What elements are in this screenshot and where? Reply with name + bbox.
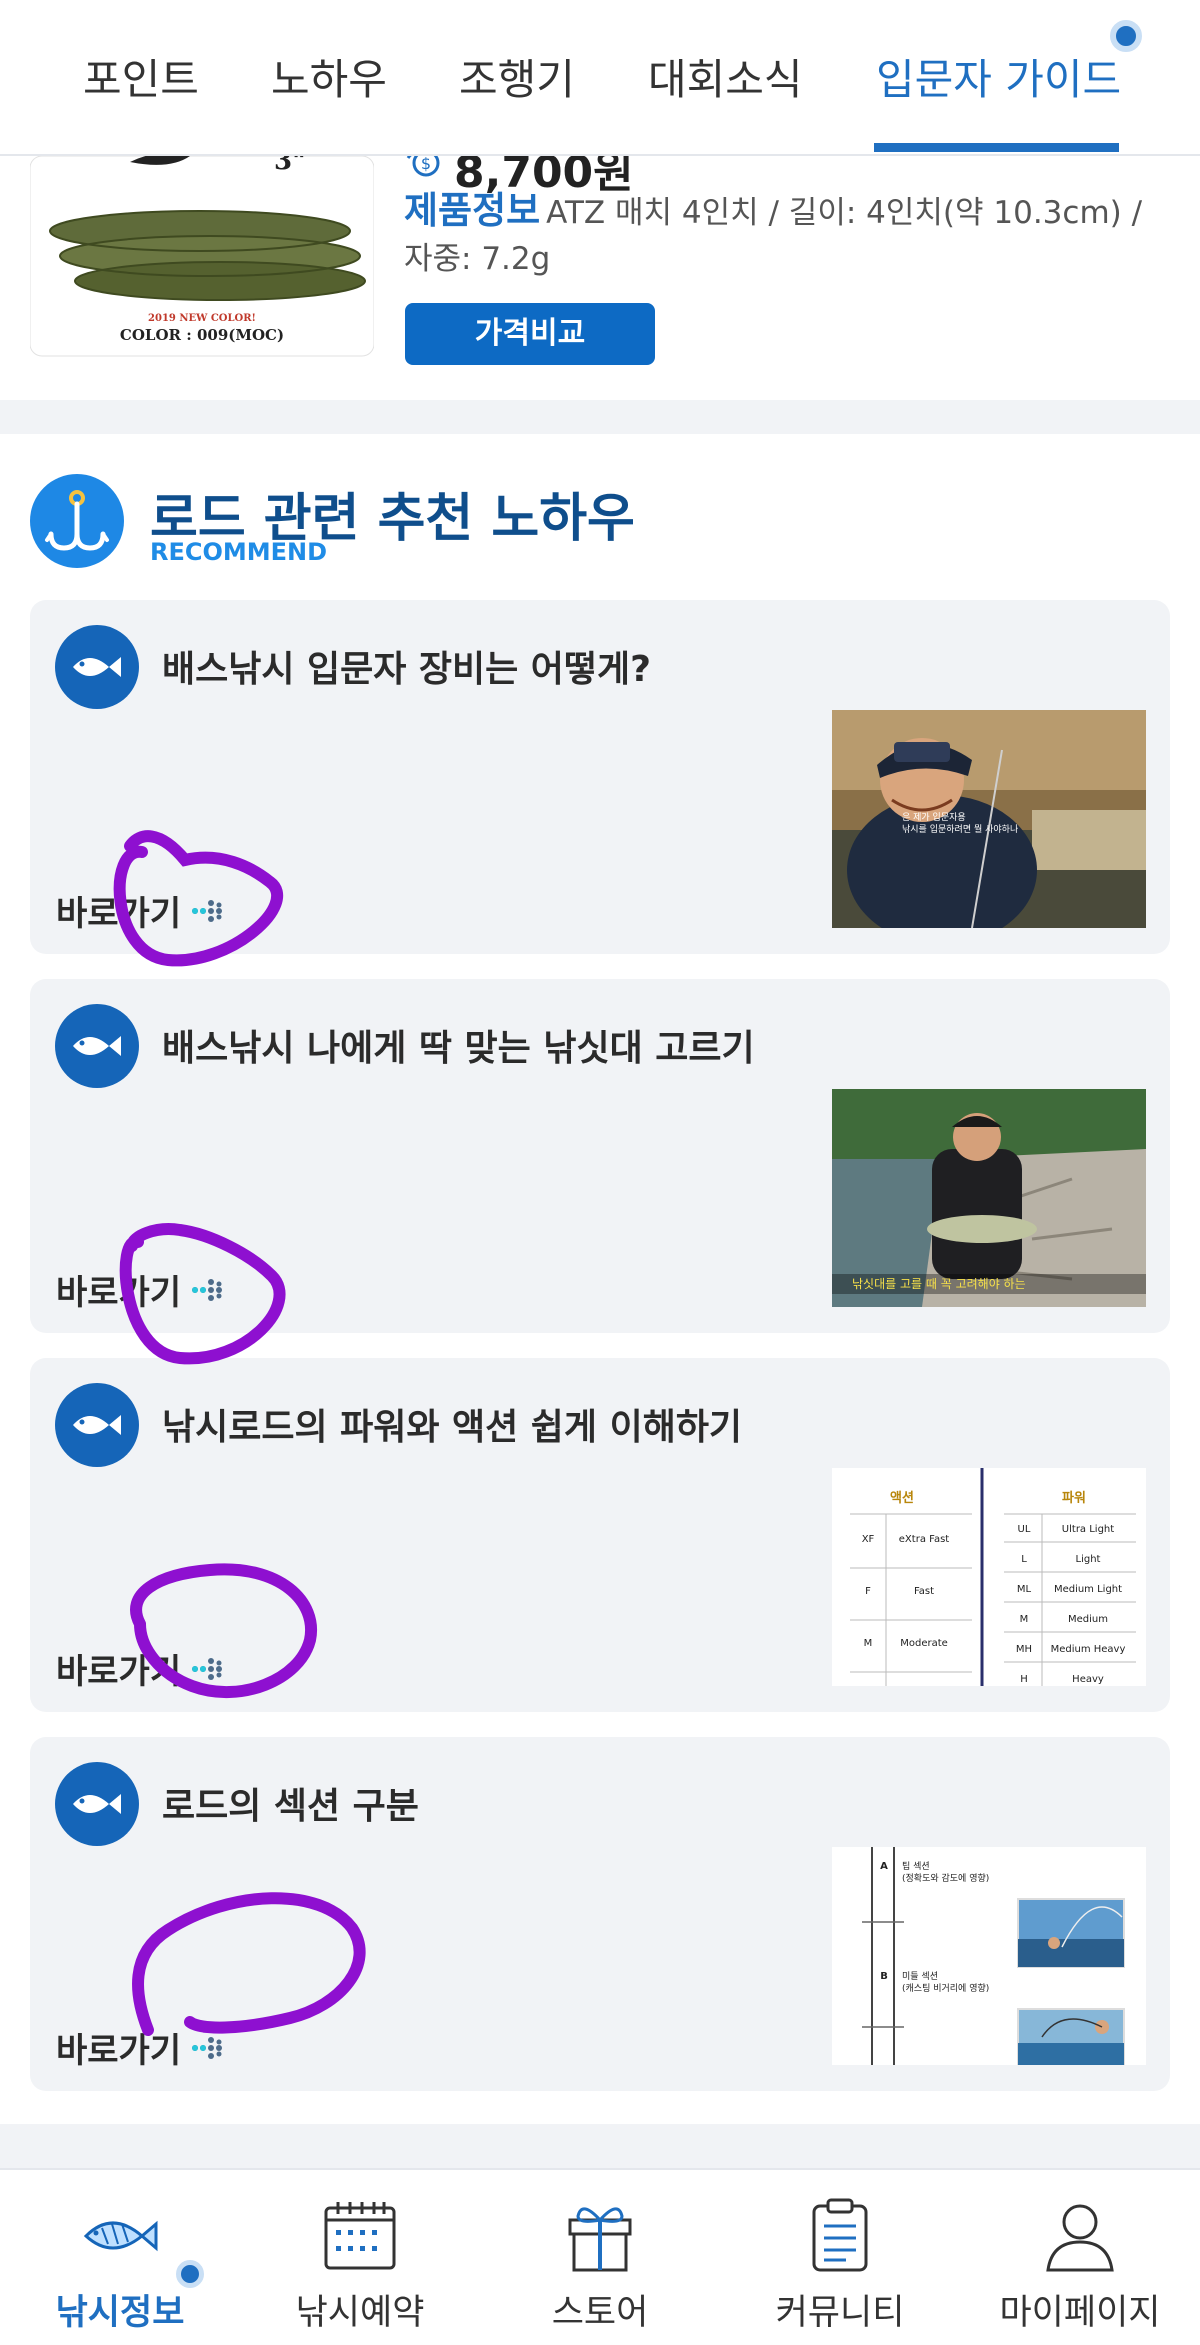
- go-link-label: 바로가기: [56, 894, 182, 934]
- product-info-label: 제품정보: [404, 189, 541, 232]
- card-title: 배스낚시 입문자 장비는 어떻게?: [162, 649, 652, 690]
- thumb-new-color-label: 2019 NEW COLOR!: [148, 313, 256, 324]
- knowhow-card[interactable]: 로드의 섹션 구분 바로가기 A 팁 섹션 (정확도와 감도에 영향) B 미들…: [30, 1737, 1170, 2091]
- fish-icon: [55, 1004, 139, 1088]
- clipboard-icon: [812, 2198, 868, 2272]
- power-code: M: [1020, 1614, 1029, 1625]
- product-info: 제품정보 ATZ 매치 4인치 / 길이: 4인치(약 10.3cm) / 자중:…: [404, 188, 1174, 282]
- action-name: Fast: [914, 1586, 934, 1597]
- section-subtitle: RECOMMEND: [150, 538, 328, 566]
- nav-community[interactable]: 커뮤니티: [720, 2170, 960, 2345]
- svg-text:$: $: [421, 154, 431, 173]
- section-a-title: 팁 섹션: [902, 1860, 930, 1872]
- fish-icon: [83, 2220, 158, 2252]
- section-a-letter: A: [880, 1861, 888, 1872]
- tab-point[interactable]: 포인트: [83, 46, 199, 107]
- action-name: eXtra Fast: [899, 1534, 950, 1545]
- calendar-icon: [324, 2202, 396, 2270]
- power-name: Light: [1076, 1554, 1101, 1565]
- action-name: Moderate: [900, 1638, 948, 1649]
- fishhook-icon: [30, 474, 124, 568]
- nav-label: 스토어: [551, 2293, 649, 2333]
- thumb-caption-line-1: 은 제가 입문자용: [902, 811, 966, 823]
- nav-my-page[interactable]: 마이페이지: [960, 2170, 1200, 2345]
- tab-beginner-guide[interactable]: 입문자 가이드: [876, 46, 1121, 107]
- thumb-caption: 낚싯대를 고를 때 꼭 고려해야 하는: [852, 1277, 1026, 1291]
- notification-dot: [1110, 20, 1142, 52]
- card-thumbnail: 액션 파워 XF eXtra Fast F Fast M Moderate UL…: [832, 1468, 1146, 1686]
- card-thumbnail: 은 제가 입문자용 낚시를 입문하려면 뭘 사야하나: [832, 710, 1146, 928]
- thumb-color-code: COLOR : 009(MOC): [119, 326, 285, 344]
- fish-icon: [55, 1762, 139, 1846]
- dotted-arrow-icon: [192, 2036, 223, 2059]
- active-tab-indicator: [874, 143, 1119, 152]
- power-name: Medium Light: [1054, 1584, 1122, 1595]
- price-compare-button[interactable]: 가격비교: [405, 303, 655, 365]
- power-code: ML: [1017, 1584, 1032, 1595]
- power-code: MH: [1016, 1644, 1032, 1655]
- nav-fishing-info[interactable]: 낚시정보: [0, 2170, 240, 2345]
- card-thumbnail: A 팁 섹션 (정확도와 감도에 영향) B 미들 섹션 (캐스팅 비거리에 영…: [832, 1847, 1146, 2065]
- action-code: M: [864, 1638, 873, 1649]
- nav-label: 마이페이지: [999, 2293, 1161, 2333]
- go-link-label: 바로가기: [56, 1652, 182, 1692]
- section-b-title: 미들 섹션: [902, 1971, 938, 1982]
- thumb-caption-line-2: 낚시를 입문하려면 뭘 사야하나: [902, 823, 1018, 835]
- go-link[interactable]: 바로가기: [56, 1644, 233, 1693]
- action-code: XF: [862, 1534, 875, 1545]
- recommend-section: 로드 관련 추천 노하우 RECOMMEND 배스낚시 입문자 장비는 어떻게?…: [0, 434, 1200, 2124]
- card-title: 로드의 섹션 구분: [162, 1786, 419, 1827]
- power-code: UL: [1018, 1524, 1031, 1535]
- nav-label: 낚시정보: [55, 2293, 185, 2333]
- go-link-label: 바로가기: [56, 1273, 182, 1313]
- go-link[interactable]: 바로가기: [56, 2023, 233, 2072]
- power-code: H: [1020, 1674, 1028, 1685]
- product-card: 3" 2019 NEW COLOR! COLOR : 009(MOC) $ 8,…: [0, 146, 1200, 400]
- section-b-desc: (캐스팅 비거리에 영향): [902, 1982, 989, 1994]
- tab-tournament-news[interactable]: 대회소식: [648, 46, 803, 107]
- dotted-arrow-icon: [192, 1657, 223, 1680]
- power-name: Medium: [1068, 1614, 1108, 1625]
- dotted-arrow-icon: [192, 899, 223, 922]
- knowhow-card[interactable]: 배스낚시 입문자 장비는 어떻게? 바로가기 은 제가 입문자용 낚시를 입문하…: [30, 600, 1170, 954]
- fish-icon: [55, 1383, 139, 1467]
- nav-fishing-reservation[interactable]: 낚시예약: [240, 2170, 480, 2345]
- fish-icon: [55, 625, 139, 709]
- tab-fishing-log[interactable]: 조행기: [459, 46, 575, 107]
- nav-label: 낚시예약: [295, 2293, 425, 2333]
- power-code: L: [1021, 1554, 1027, 1565]
- nav-store[interactable]: 스토어: [480, 2170, 720, 2345]
- card-thumbnail: 낚싯대를 고를 때 꼭 고려해야 하는: [832, 1089, 1146, 1307]
- top-tab-bar: 포인트 노하우 조행기 대회소식 입문자 가이드: [0, 0, 1200, 156]
- card-title: 낚시로드의 파워와 액션 쉽게 이해하기: [162, 1407, 743, 1448]
- bottom-navigation: 낚시정보 낚시예약 스토어 커뮤니티 마이페이지: [0, 2168, 1200, 2345]
- dotted-arrow-icon: [192, 1278, 223, 1301]
- action-code: F: [865, 1586, 871, 1597]
- nav-label: 커뮤니티: [775, 2293, 905, 2333]
- knowhow-card[interactable]: 낚시로드의 파워와 액션 쉽게 이해하기 바로가기 액션 파워 XF eXtra…: [30, 1358, 1170, 1712]
- card-title: 배스낚시 나에게 딱 맞는 낚싯대 고르기: [162, 1028, 755, 1069]
- gift-icon: [568, 2207, 632, 2272]
- power-name: Medium Heavy: [1051, 1644, 1126, 1655]
- go-link[interactable]: 바로가기: [56, 1265, 233, 1314]
- action-table-header: 액션: [890, 1491, 914, 1506]
- power-table-header: 파워: [1062, 1491, 1086, 1506]
- knowhow-card[interactable]: 배스낚시 나에게 딱 맞는 낚싯대 고르기 바로가기 낚싯대를 고를 때 꼭 고…: [30, 979, 1170, 1333]
- section-b-letter: B: [880, 1971, 888, 1982]
- power-name: Ultra Light: [1062, 1524, 1114, 1535]
- user-icon: [1046, 2204, 1114, 2272]
- section-a-desc: (정확도와 감도에 영향): [902, 1872, 989, 1884]
- tab-knowhow[interactable]: 노하우: [271, 46, 387, 107]
- power-name: Heavy: [1072, 1674, 1104, 1685]
- go-link-label: 바로가기: [56, 2031, 182, 2071]
- go-link[interactable]: 바로가기: [56, 886, 233, 935]
